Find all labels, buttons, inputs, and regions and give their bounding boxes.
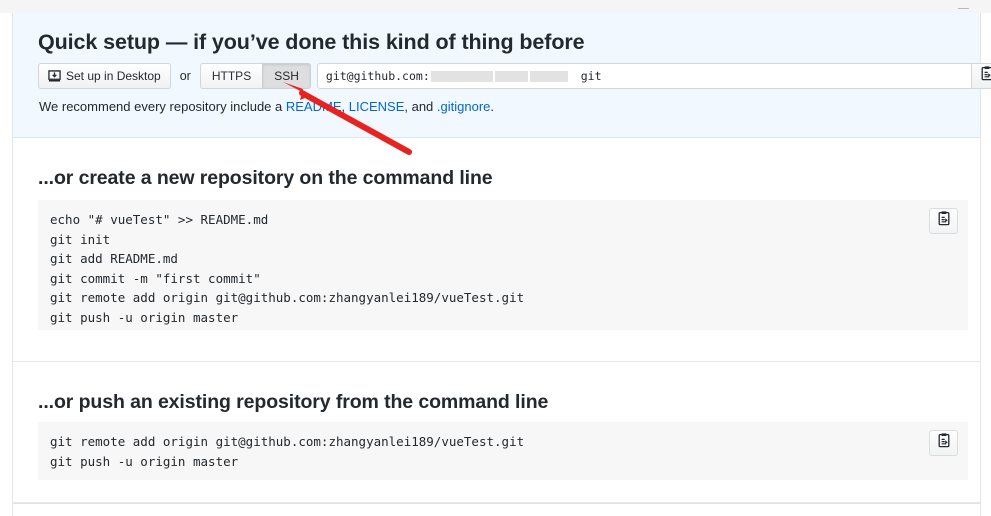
license-link[interactable]: LICENSE [349, 99, 405, 114]
clipboard-copy-icon [980, 66, 991, 86]
or-label: or [179, 69, 191, 83]
minimize-icon[interactable] [958, 5, 969, 9]
clipboard-copy-icon [937, 211, 951, 231]
quick-setup-panel: Quick setup — if you’ve done this kind o… [13, 13, 991, 138]
clone-url-redaction-3 [529, 70, 568, 82]
https-button[interactable]: HTTPS [199, 63, 263, 89]
code-line: git init [50, 231, 111, 247]
page-content: Quick setup — if you’ve done this kind o… [0, 13, 991, 516]
push-repository-heading: ...or push an existing repository from t… [38, 391, 549, 413]
recommend-after: . [490, 99, 495, 114]
create-repository-heading: ...or create a new repository on the com… [38, 167, 493, 189]
left-gutter [0, 13, 12, 516]
code-line: git push -u origin master [50, 453, 239, 469]
code-line: git remote add origin git@github.com:zha… [50, 290, 525, 305]
code-line: git remote add origin git@github.com:zha… [50, 434, 525, 449]
copy-clone-url-button[interactable] [970, 63, 991, 89]
create-repository-code-block[interactable]: echo "# vueTest" >> README.md git init g… [38, 200, 968, 330]
quick-setup-title: Quick setup — if you’ve done this kind o… [38, 30, 585, 54]
ssh-button[interactable]: SSH [262, 63, 311, 89]
browser-chrome-strip [0, 0, 991, 13]
create-repository-section: ...or create a new repository on the com… [13, 138, 980, 362]
clone-url-input[interactable]: git@github.com: git [316, 63, 972, 89]
desktop-download-icon [48, 69, 61, 83]
clone-url-redaction-2 [494, 70, 528, 82]
recommend-before: We recommend every repository include a [39, 99, 286, 114]
clone-url-suffix: git [580, 69, 602, 83]
clone-url-redaction-1 [430, 70, 493, 82]
code-line: git add README.md [50, 251, 178, 266]
code-line: git push -u origin master [50, 309, 239, 325]
clone-url-prefix: git@github.com: [325, 69, 430, 83]
recommendation-text: We recommend every repository include a … [39, 99, 494, 114]
set-up-in-desktop-button[interactable]: Set up in Desktop [38, 63, 171, 89]
recommend-sep-1: , [341, 99, 349, 114]
gitignore-link[interactable]: .gitignore [437, 99, 490, 114]
readme-link[interactable]: README [286, 99, 342, 114]
clone-controls-row: Set up in Desktop or HTTPS SSH git@githu… [38, 63, 991, 89]
push-repository-code-block[interactable]: git remote add origin git@github.com:zha… [38, 422, 968, 480]
copy-push-commands-button[interactable] [929, 430, 958, 456]
code-line: echo "# vueTest" >> README.md [50, 212, 269, 227]
recommend-sep-2: , and [404, 99, 437, 114]
code-line: git commit -m "first commit" [50, 270, 261, 286]
clipboard-copy-icon [937, 433, 951, 453]
protocol-toggle-group: HTTPS SSH [199, 63, 311, 89]
copy-create-commands-button[interactable] [929, 208, 958, 234]
bottom-divider [13, 503, 980, 504]
push-repository-section: ...or push an existing repository from t… [13, 362, 980, 503]
set-up-in-desktop-label: Set up in Desktop [66, 69, 161, 83]
